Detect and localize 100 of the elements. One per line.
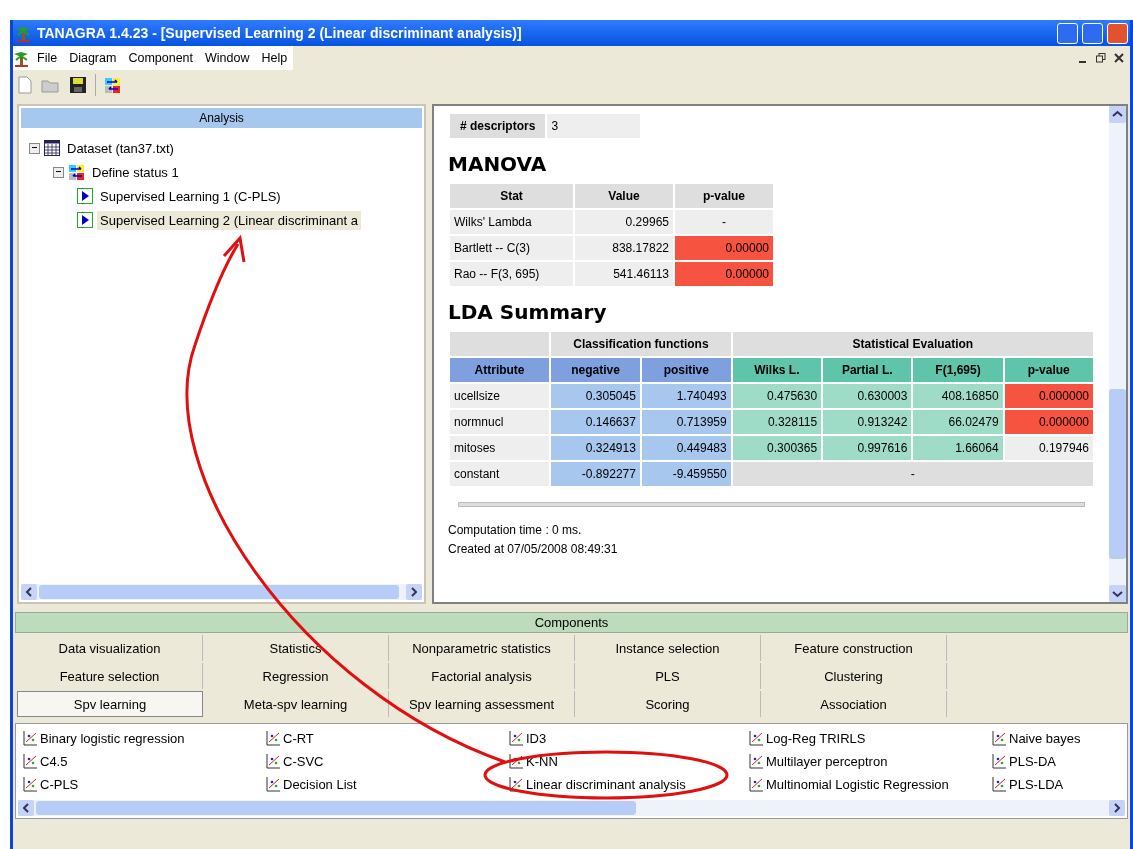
category-tab[interactable]: Meta-spv learning [203,691,389,717]
algorithm-item[interactable]: C-PLS [22,774,265,794]
algorithm-item[interactable]: Multinomial Logistic Regression [748,774,991,794]
category-tab[interactable]: Association [761,691,947,717]
category-tab[interactable]: Statistics [203,635,389,661]
component-icon [265,776,281,792]
horizontal-scrollbar[interactable] [21,584,422,600]
table-header: # descriptors [450,114,546,138]
column-header: Attribute [450,358,550,382]
table-cell: 0.449483 [641,436,731,460]
table-cell: 1.66064 [913,436,1003,460]
close-button[interactable] [1107,22,1128,44]
category-tab[interactable]: PLS [575,663,761,689]
category-tab[interactable]: Feature selection [17,663,203,689]
palm-tree-icon [15,24,33,42]
component-icon [508,776,524,792]
algorithm-item[interactable]: Log-Reg TRIRLS [748,728,991,748]
define-status-icon[interactable] [104,76,121,94]
collapse-icon[interactable] [53,166,64,178]
column-header: Partial L. [823,358,912,382]
menu-item[interactable]: Window [199,48,256,68]
table-cell: constant [450,462,550,486]
scroll-left-icon[interactable] [21,584,37,600]
component-icon [508,730,524,746]
maximize-button[interactable] [1082,22,1103,44]
category-tab[interactable]: Nonparametric statistics [389,635,575,661]
menu-item[interactable]: File [31,48,64,68]
category-tab[interactable]: Factorial analysis [389,663,575,689]
tree-item[interactable]: Supervised Learning 1 (C-PLS) [97,186,284,206]
computation-time-text: Computation time : 0 ms. [448,522,583,539]
scroll-thumb[interactable] [36,801,636,815]
table-cell: 0.328115 [732,410,822,434]
category-tab[interactable]: Spv learning [17,691,203,717]
scroll-thumb[interactable] [39,585,399,599]
category-tab[interactable]: Scoring [575,691,761,717]
tree-item[interactable]: Define status 1 [89,162,182,182]
category-tab[interactable]: Clustering [761,663,947,689]
component-icon [508,753,524,769]
algorithm-item[interactable]: C-SVC [265,751,508,771]
component-icon [22,753,38,769]
column-header: p-value [1004,358,1093,382]
algorithm-item[interactable]: Binary logistic regression [22,728,265,748]
category-tab[interactable]: Regression [203,663,389,689]
table-cell: mitoses [450,436,550,460]
category-tab[interactable]: Instance selection [575,635,761,661]
table-cell: - [732,462,1093,486]
component-icon [265,753,281,769]
minimize-button[interactable] [1057,22,1078,44]
table-cell: 0.324913 [551,436,640,460]
algorithm-item[interactable]: Multilayer perceptron [748,751,991,771]
column-header: Stat [450,184,573,208]
menu-item[interactable]: Help [255,48,294,68]
category-tab[interactable]: Spv learning assessment [389,691,575,717]
menu-item[interactable]: Diagram [63,48,123,68]
tree-item[interactable]: Dataset (tan37.txt) [64,138,177,158]
algorithm-item[interactable]: C4.5 [22,751,265,771]
scroll-right-icon[interactable] [1109,800,1125,816]
table-cell: Bartlett -- C(3) [450,236,573,260]
algorithm-item[interactable]: Decision List [265,774,508,794]
save-icon[interactable] [69,76,87,94]
scroll-down-icon[interactable] [1109,585,1126,602]
table-cell: 0.997616 [823,436,912,460]
column-header: Value [575,184,673,208]
column-header: negative [551,358,640,382]
algorithm-item[interactable]: C-RT [265,728,508,748]
algorithm-item[interactable]: PLS-DA [991,751,1121,771]
algorithm-item[interactable]: Naive bayes [991,728,1121,748]
scroll-left-icon[interactable] [18,800,34,816]
table-cell: 0.913242 [823,410,912,434]
close-icon[interactable] [1114,53,1124,63]
table-cell: 66.02479 [913,410,1003,434]
creation-date-text: Created at 07/05/2008 08:49:31 [448,541,618,558]
scroll-up-icon[interactable] [1109,106,1126,123]
table-cell: 0.00000 [675,236,773,260]
category-tab[interactable]: Data visualization [17,635,203,661]
menu-item[interactable]: Component [122,48,200,68]
restore-icon[interactable] [1096,53,1106,63]
table-cell: Wilks' Lambda [450,210,573,234]
component-icon [22,776,38,792]
algorithm-item[interactable]: ID3 [508,728,748,748]
horizontal-scrollbar[interactable] [18,800,1125,816]
table-cell: 0.000000 [1004,384,1093,408]
component-icon [991,730,1007,746]
algorithm-item[interactable]: PLS-LDA [991,774,1121,794]
column-header: F(1,695) [913,358,1003,382]
category-tab[interactable]: Feature construction [761,635,947,661]
collapse-icon[interactable] [29,142,40,154]
table-cell: 0.630003 [823,384,912,408]
play-icon [77,212,93,228]
algorithm-item[interactable]: K-NN [508,751,748,771]
component-icon [748,776,764,792]
table-cell: 0.300365 [732,436,822,460]
tree-item[interactable]: Supervised Learning 2 (Linear discriminant a [97,210,361,230]
vertical-scrollbar[interactable] [1109,106,1126,602]
algorithm-item[interactable]: Linear discriminant analysis [508,774,748,794]
scroll-right-icon[interactable] [406,584,422,600]
section-heading: LDA Summary [448,300,607,324]
table-cell: 3 [547,114,641,138]
table-cell: 0.29965 [575,210,673,234]
scroll-thumb[interactable] [1109,389,1126,559]
